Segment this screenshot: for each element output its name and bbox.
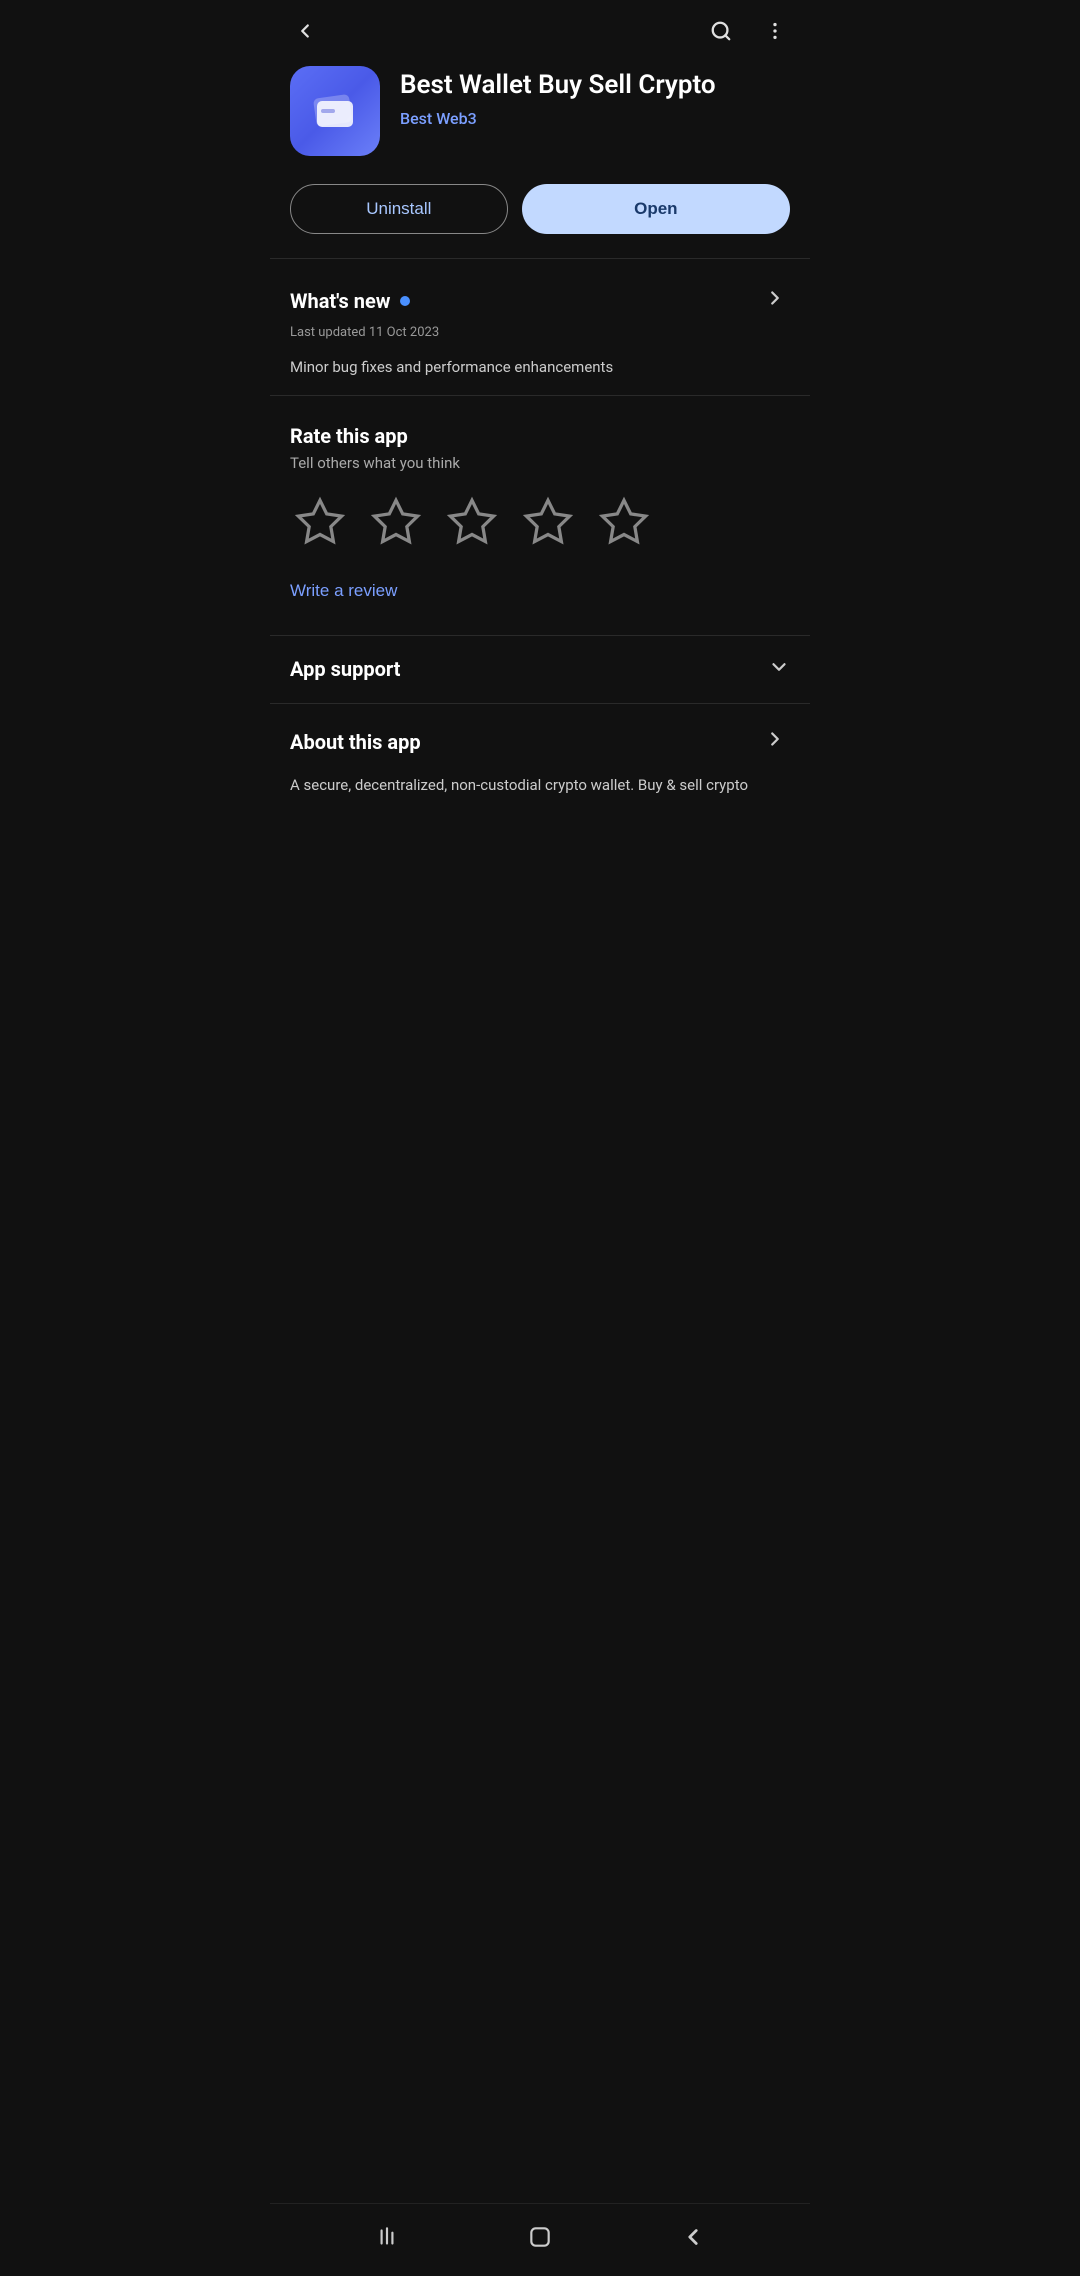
open-button[interactable]: Open	[522, 184, 790, 234]
about-arrow-button[interactable]	[760, 724, 790, 760]
whats-new-section: What's new Last updated 11 Oct 2023 Mino…	[270, 259, 810, 395]
rate-section: Rate this app Tell others what you think	[270, 396, 810, 625]
update-description-text: Minor bug fixes and performance enhancem…	[290, 356, 790, 379]
star-4-button[interactable]	[518, 492, 578, 555]
app-icon-container	[290, 66, 380, 156]
about-header-row: About this app	[290, 724, 790, 760]
new-indicator-dot	[400, 296, 410, 306]
last-updated-text: Last updated 11 Oct 2023	[290, 325, 790, 340]
star-5-button[interactable]	[594, 492, 654, 555]
app-support-title: App support	[290, 657, 400, 681]
app-developer: Best Web3	[400, 109, 790, 128]
uninstall-button[interactable]: Uninstall	[290, 184, 508, 234]
star-1-button[interactable]	[290, 492, 350, 555]
whats-new-title: What's new	[290, 289, 390, 313]
whats-new-header: What's new	[290, 283, 790, 319]
recent-apps-button[interactable]	[354, 2218, 420, 2256]
top-bar	[270, 0, 810, 56]
home-button[interactable]	[507, 2218, 573, 2256]
star-3-button[interactable]	[442, 492, 502, 555]
app-title-section: Best Wallet Buy Sell Crypto Best Web3	[400, 66, 790, 128]
about-title: About this app	[290, 730, 421, 754]
top-bar-actions	[706, 16, 790, 46]
back-nav-button[interactable]	[660, 2218, 726, 2256]
about-description: A secure, decentralized, non-custodial c…	[290, 774, 790, 797]
about-section: About this app A secure, decentralized, …	[270, 703, 810, 813]
app-support-section[interactable]: App support	[270, 635, 810, 703]
whats-new-arrow-button[interactable]	[760, 283, 790, 319]
whats-new-title-row: What's new	[290, 289, 410, 313]
chevron-down-icon	[768, 656, 790, 683]
stars-row	[290, 492, 790, 555]
star-2-button[interactable]	[366, 492, 426, 555]
action-buttons: Uninstall Open	[270, 176, 810, 258]
rate-subtitle: Tell others what you think	[290, 454, 790, 472]
app-title: Best Wallet Buy Sell Crypto	[400, 70, 790, 101]
write-review-button[interactable]: Write a review	[290, 575, 397, 607]
more-options-button[interactable]	[760, 16, 790, 46]
back-button[interactable]	[290, 16, 320, 46]
search-button[interactable]	[706, 16, 736, 46]
app-header: Best Wallet Buy Sell Crypto Best Web3	[270, 56, 810, 176]
bottom-nav	[270, 2203, 810, 2276]
app-icon	[290, 66, 380, 156]
rate-title: Rate this app	[290, 424, 790, 448]
